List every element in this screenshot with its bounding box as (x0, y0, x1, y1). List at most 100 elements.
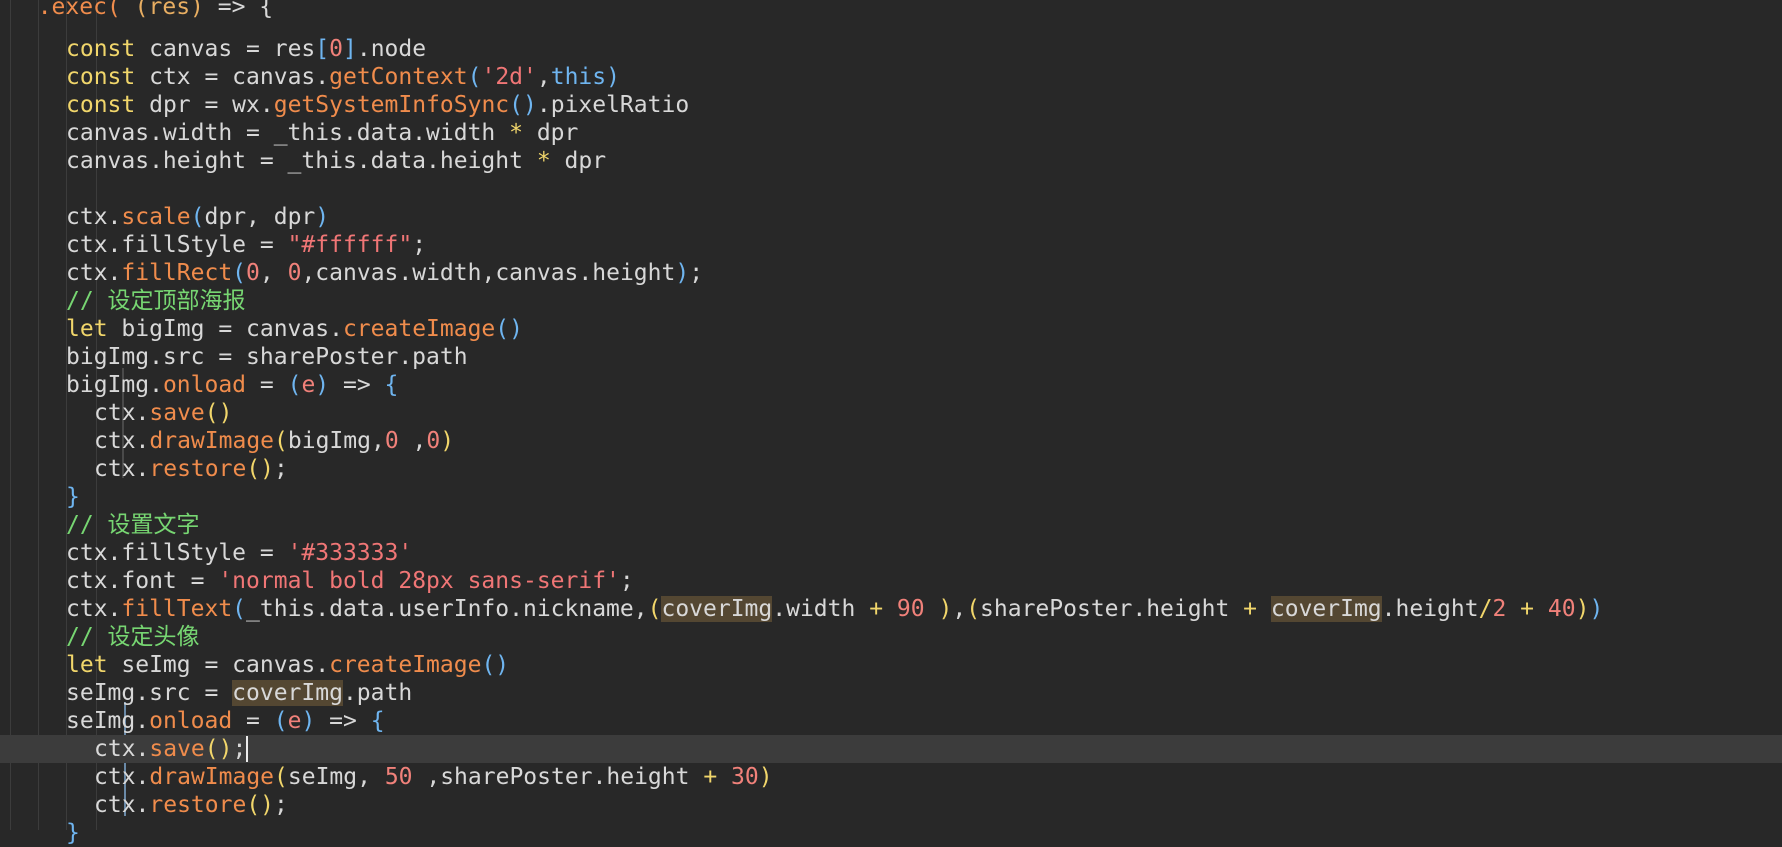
code-line[interactable]: seImg.src = coverImg.path (0, 679, 1782, 707)
code-line[interactable]: ctx.restore(); (0, 791, 1782, 819)
code-line-current[interactable]: ctx.save(); (0, 735, 1782, 763)
code-token: dpr, dpr (204, 204, 316, 230)
code-token: 'normal bold 28px sans-serif' (218, 568, 620, 594)
code-token: coverImg (661, 596, 773, 622)
code-token: ) (440, 428, 455, 454)
code-token: createImage (329, 652, 482, 678)
code-token: '#333333' (287, 540, 413, 566)
code-line[interactable]: } (0, 819, 1782, 847)
code-token: () (481, 652, 510, 678)
code-token: 0 (287, 260, 302, 286)
code-token: => { (203, 0, 274, 20)
code-token: ) (315, 372, 330, 398)
code-token: .height (1381, 596, 1479, 622)
code-line[interactable]: canvas.height = _this.data.height * dpr (0, 147, 1782, 175)
code-token: { (384, 372, 399, 398)
code-line[interactable]: bigImg.src = sharePoster.path (0, 343, 1782, 371)
code-token: , (259, 260, 288, 286)
code-token: ctx. (66, 260, 122, 286)
code-token: ) (675, 260, 690, 286)
code-token: 50 (384, 764, 413, 790)
code-token: ( (647, 596, 662, 622)
code-token: ctx. (66, 596, 122, 622)
code-token: const (66, 92, 136, 118)
code-line[interactable] (0, 175, 1782, 203)
code-token: seImg. (66, 708, 150, 734)
code-line[interactable]: // 设定头像 (0, 623, 1782, 651)
code-line[interactable]: .exec( (res) => { (0, 0, 1782, 35)
code-token: 2 (1492, 596, 1507, 622)
code-token: / (1478, 596, 1493, 622)
code-token: coverImg (232, 680, 343, 706)
code-token: bigImg, (287, 428, 385, 454)
code-line[interactable]: ctx.restore(); (0, 455, 1782, 483)
code-token: ; (689, 260, 704, 286)
code-line[interactable]: ctx.fillStyle = '#333333' (0, 539, 1782, 567)
code-token: onload (149, 708, 233, 734)
code-token: ( (232, 260, 247, 286)
code-token: // 设定顶部海报 (66, 288, 246, 314)
code-token: save (149, 400, 205, 426)
code-line[interactable]: seImg.onload = (e) => { (0, 707, 1782, 735)
code-token: save (149, 736, 205, 762)
code-token: bigImg = canvas. (107, 316, 343, 342)
code-token: ; (412, 232, 427, 258)
code-token: ,canvas.width,canvas.height (301, 260, 676, 286)
code-line[interactable]: ctx.drawImage(seImg, 50 ,sharePoster.hei… (0, 763, 1782, 791)
code-token: scale (121, 204, 191, 230)
code-token: , (398, 428, 427, 454)
code-token: () (495, 316, 523, 342)
code-token: * (536, 148, 551, 174)
code-token: restore (149, 456, 247, 482)
code-line[interactable]: bigImg.onload = (e) => { (0, 371, 1782, 399)
code-token: canvas.height = _this.data.height (66, 148, 537, 174)
code-token: ( (274, 428, 288, 454)
code-line[interactable]: ctx.scale(dpr, dpr) (0, 203, 1782, 231)
code-line[interactable]: ctx.save() (0, 399, 1782, 427)
code-token: bigImg.src = sharePoster.path (66, 344, 468, 370)
code-line[interactable]: // 设置文字 (0, 511, 1782, 539)
code-line[interactable]: ctx.fillRect(0, 0,canvas.width,canvas.he… (0, 259, 1782, 287)
code-token: ) (606, 64, 620, 90)
code-token: let (66, 652, 108, 678)
code-token: * (509, 120, 523, 146)
code-token: e (287, 708, 302, 734)
code-line[interactable]: } (0, 483, 1782, 511)
code-token: 30 (731, 764, 759, 790)
code-token: ) (1575, 596, 1590, 622)
code-line[interactable]: const dpr = wx.getSystemInfoSync().pixel… (0, 91, 1782, 119)
code-token: .path (342, 680, 413, 706)
code-token: fillRect (121, 260, 233, 286)
code-token: createImage (342, 316, 496, 342)
code-line[interactable]: let seImg = canvas.createImage() (0, 651, 1782, 679)
code-token: "#ffffff" (287, 232, 413, 258)
code-token: coverImg (1270, 596, 1382, 622)
code-line[interactable]: ctx.fillStyle = "#ffffff"; (0, 231, 1782, 259)
code-token: ctx. (94, 400, 150, 426)
code-token: // 设定头像 (66, 624, 200, 650)
code-editor[interactable]: .exec( (res) => {const canvas = res[0].n… (0, 0, 1782, 846)
code-token: } (66, 484, 80, 510)
code-line[interactable]: ctx.drawImage(bigImg,0 ,0) (0, 427, 1782, 455)
code-token: () (204, 736, 233, 762)
code-token: ( (287, 372, 302, 398)
code-line[interactable]: const canvas = res[0].node (0, 35, 1782, 63)
code-token: dpr (550, 148, 607, 174)
code-line[interactable]: ctx.font = 'normal bold 28px sans-serif'… (0, 567, 1782, 595)
code-token: 0 (329, 36, 343, 62)
code-line[interactable]: let bigImg = canvas.createImage() (0, 315, 1782, 343)
code-token: ) (758, 764, 773, 790)
code-token: ctx. (94, 736, 150, 762)
code-token: ( (274, 764, 288, 790)
code-token: ] (342, 36, 357, 62)
code-token: dpr (522, 120, 579, 146)
code-token: ( (467, 64, 482, 90)
code-line[interactable]: const ctx = canvas.getContext('2d',this) (0, 63, 1782, 91)
code-line[interactable]: ctx.fillText(_this.data.userInfo.nicknam… (0, 595, 1782, 623)
code-line[interactable]: // 设定顶部海报 (0, 287, 1782, 315)
code-line[interactable]: canvas.width = _this.data.width * dpr (0, 119, 1782, 147)
